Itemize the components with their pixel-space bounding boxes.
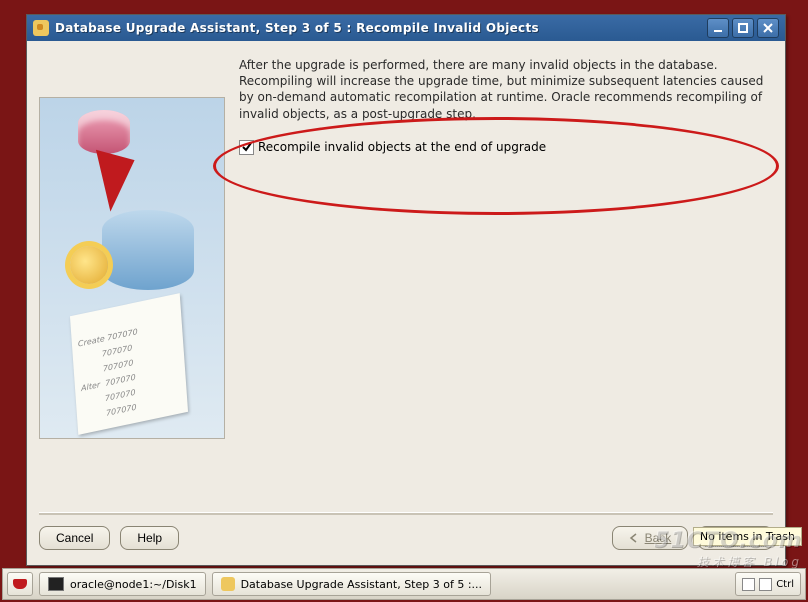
button-bar: Cancel Help Back Next: [39, 523, 773, 553]
system-tray[interactable]: Ctrl: [735, 572, 801, 596]
taskbar: oracle@node1:~/Disk1 Database Upgrade As…: [2, 568, 806, 600]
dbua-window: Database Upgrade Assistant, Step 3 of 5 …: [26, 14, 786, 566]
tray-label: Ctrl: [776, 579, 794, 590]
redhat-menu-button[interactable]: [7, 572, 33, 596]
app-icon: [33, 20, 49, 36]
description-text: After the upgrade is performed, there ar…: [239, 57, 773, 122]
tray-box-icon: [742, 578, 755, 591]
task-dbua[interactable]: Database Upgrade Assistant, Step 3 of 5 …: [212, 572, 491, 596]
content-area: After the upgrade is performed, there ar…: [39, 57, 773, 509]
recompile-checkbox[interactable]: [239, 140, 254, 155]
back-button[interactable]: Back: [612, 526, 689, 550]
redhat-icon: [13, 579, 27, 589]
titlebar[interactable]: Database Upgrade Assistant, Step 3 of 5 …: [27, 15, 785, 41]
close-button[interactable]: [757, 18, 779, 38]
button-divider: [39, 512, 773, 515]
minimize-button[interactable]: [707, 18, 729, 38]
task-terminal[interactable]: oracle@node1:~/Disk1: [39, 572, 206, 596]
main-pane: After the upgrade is performed, there ar…: [239, 57, 773, 509]
help-button[interactable]: Help: [120, 526, 179, 550]
window-buttons: [707, 18, 779, 38]
task-terminal-label: oracle@node1:~/Disk1: [70, 578, 197, 591]
maximize-button[interactable]: [732, 18, 754, 38]
annotation-ellipse: [213, 117, 779, 215]
chevron-left-icon: [629, 533, 639, 543]
window-title: Database Upgrade Assistant, Step 3 of 5 …: [55, 21, 707, 35]
cancel-button[interactable]: Cancel: [39, 526, 110, 550]
terminal-icon: [48, 577, 64, 591]
wizard-illustration: [39, 97, 225, 439]
task-dbua-label: Database Upgrade Assistant, Step 3 of 5 …: [241, 578, 482, 591]
recompile-label: Recompile invalid objects at the end of …: [258, 140, 546, 154]
tray-box-icon: [759, 578, 772, 591]
trash-tooltip: No items in Trash: [693, 527, 802, 546]
recompile-option[interactable]: Recompile invalid objects at the end of …: [239, 140, 773, 155]
dbua-icon: [221, 577, 235, 591]
